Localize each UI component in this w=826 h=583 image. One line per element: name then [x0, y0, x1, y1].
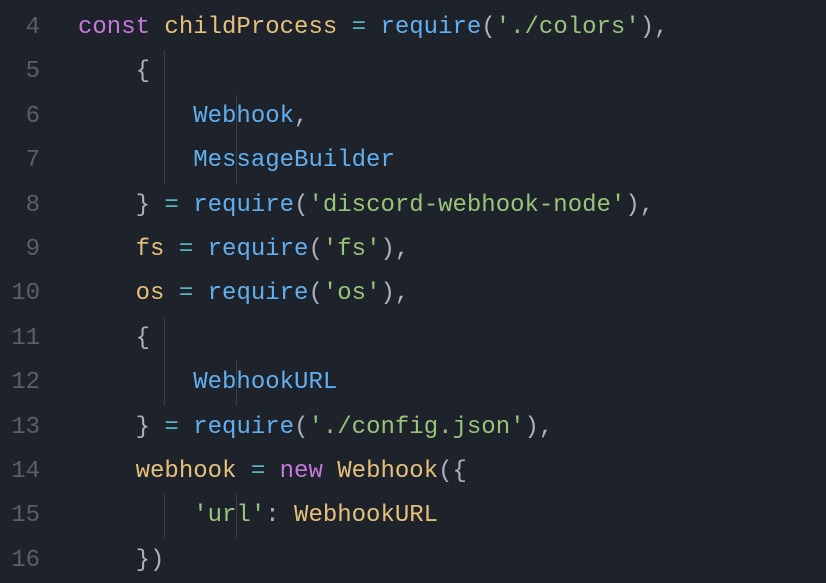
line-numbers-gutter: 4 5 6 7 8 9 10 11 12 13 14 15 16	[0, 6, 48, 583]
line-number: 7	[0, 139, 40, 183]
paren-open: (	[294, 414, 308, 441]
indent-guide	[164, 139, 165, 183]
var-os: os	[78, 280, 164, 307]
code-line[interactable]: WebhookURL	[78, 361, 826, 405]
space	[323, 458, 337, 485]
operator-assign: =	[150, 414, 193, 441]
operator-assign: =	[164, 280, 207, 307]
code-line[interactable]: Webhook,	[78, 95, 826, 139]
indent-guide	[164, 317, 165, 361]
indent-guide	[164, 95, 165, 139]
line-number: 4	[0, 6, 40, 50]
line-number: 10	[0, 272, 40, 316]
line-number: 8	[0, 184, 40, 228]
val-webhookurl: WebhookURL	[294, 502, 438, 529]
brace-close: }	[78, 414, 150, 441]
line-number: 12	[0, 361, 40, 405]
code-editor[interactable]: 4 5 6 7 8 9 10 11 12 13 14 15 16 const c…	[0, 6, 826, 583]
line-number: 14	[0, 450, 40, 494]
paren-open: (	[294, 192, 308, 219]
indent-guide	[236, 95, 237, 139]
code-line[interactable]: fs = require('fs'),	[78, 228, 826, 272]
indent-guide	[236, 139, 237, 183]
paren-close: ),	[640, 14, 669, 41]
string-fs: 'fs'	[323, 236, 381, 263]
key-url: 'url'	[193, 502, 265, 529]
brace-paren-close: })	[78, 547, 164, 574]
string-colors: './colors'	[496, 14, 640, 41]
paren-open: (	[308, 280, 322, 307]
code-line[interactable]: MessageBuilder	[78, 139, 826, 183]
brace-open: {	[78, 325, 150, 352]
operator-assign: =	[164, 236, 207, 263]
paren-close: ),	[625, 192, 654, 219]
code-line[interactable]: const childProcess = require('./colors')…	[78, 6, 826, 50]
paren-close: ),	[380, 236, 409, 263]
line-number: 16	[0, 539, 40, 583]
string-config: './config.json'	[308, 414, 524, 441]
operator-assign: =	[150, 192, 193, 219]
operator-assign: =	[337, 14, 380, 41]
indent-guide	[164, 50, 165, 94]
line-number: 15	[0, 494, 40, 538]
code-line[interactable]: 'url': WebhookURL	[78, 494, 826, 538]
line-number: 11	[0, 317, 40, 361]
brace-open: {	[78, 58, 150, 85]
paren-open: (	[481, 14, 495, 41]
paren-brace-open: ({	[438, 458, 467, 485]
code-line[interactable]: os = require('os'),	[78, 272, 826, 316]
fn-require: require	[193, 414, 294, 441]
code-line[interactable]: {	[78, 50, 826, 94]
line-number: 6	[0, 95, 40, 139]
indent-guide	[236, 494, 237, 538]
paren-close: ),	[525, 414, 554, 441]
prop-messagebuilder: MessageBuilder	[193, 147, 395, 174]
prop-webhookurl: WebhookURL	[193, 369, 337, 396]
string-os: 'os'	[323, 280, 381, 307]
indent-guide	[164, 494, 165, 538]
code-content[interactable]: const childProcess = require('./colors')…	[48, 6, 826, 583]
code-line[interactable]: webhook = new Webhook({	[78, 450, 826, 494]
var-webhook: webhook	[78, 458, 236, 485]
code-line[interactable]: } = require('./config.json'),	[78, 406, 826, 450]
code-line[interactable]: })	[78, 539, 826, 583]
code-line[interactable]: } = require('discord-webhook-node'),	[78, 184, 826, 228]
string-discord: 'discord-webhook-node'	[308, 192, 625, 219]
prop-webhook: Webhook	[193, 103, 294, 130]
brace-close: }	[78, 192, 150, 219]
line-number: 9	[0, 228, 40, 272]
paren-close: ),	[380, 280, 409, 307]
indent-guide	[164, 361, 165, 405]
fn-require: require	[380, 14, 481, 41]
class-webhook: Webhook	[337, 458, 438, 485]
fn-require: require	[193, 192, 294, 219]
line-number: 13	[0, 406, 40, 450]
code-line[interactable]: {	[78, 317, 826, 361]
keyword-const: const	[78, 14, 150, 41]
var-childprocess: childProcess	[164, 14, 337, 41]
paren-open: (	[308, 236, 322, 263]
operator-assign: =	[236, 458, 279, 485]
fn-require: require	[208, 236, 309, 263]
indent-guide	[236, 361, 237, 405]
comma: ,	[294, 103, 308, 130]
keyword-new: new	[280, 458, 323, 485]
fn-require: require	[208, 280, 309, 307]
colon: :	[265, 502, 294, 529]
line-number: 5	[0, 50, 40, 94]
var-fs: fs	[78, 236, 164, 263]
